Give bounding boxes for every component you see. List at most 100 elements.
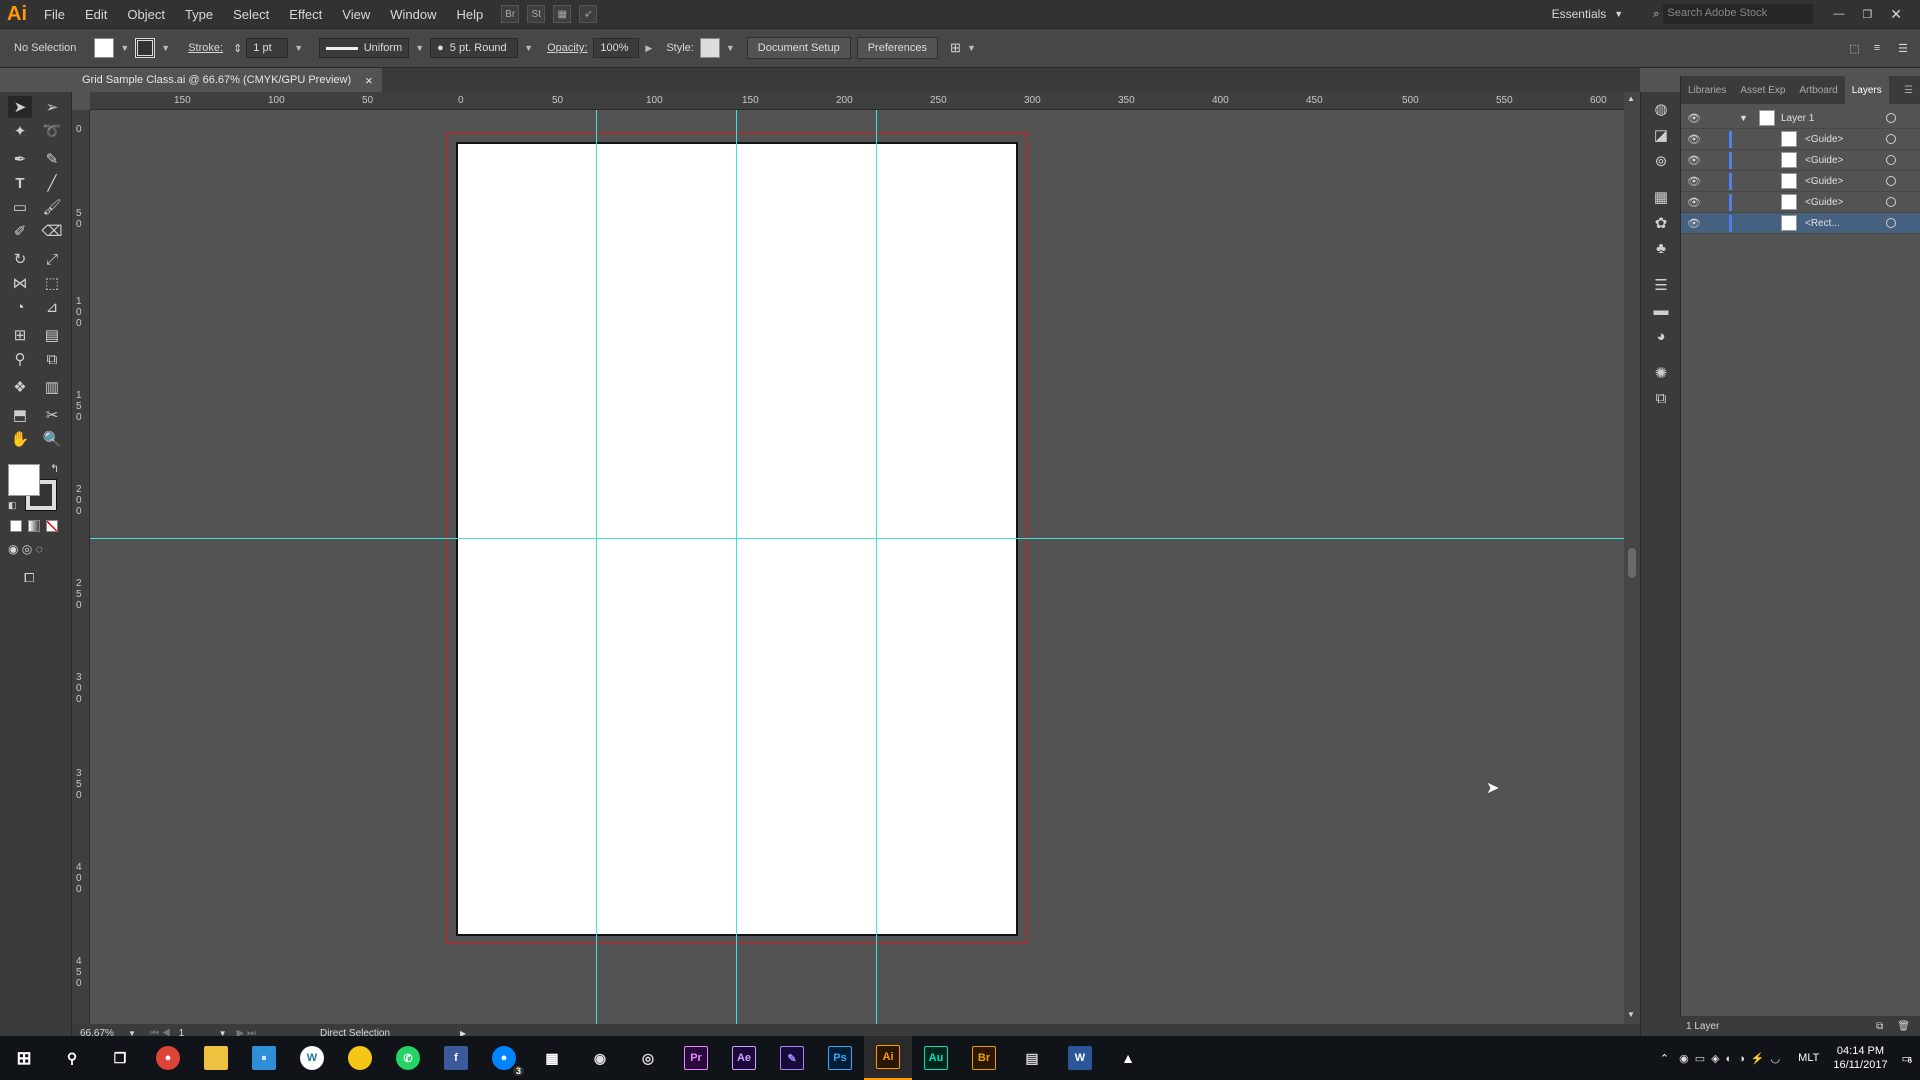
scale-tool-icon[interactable]: ⤢: [40, 248, 64, 270]
app-icon[interactable]: ◉: [576, 1036, 624, 1080]
stroke-label[interactable]: Stroke:: [188, 42, 223, 54]
scroll-up-icon[interactable]: ▲: [1627, 94, 1635, 103]
color-guide-icon[interactable]: ◍: [1651, 100, 1671, 118]
transparency-icon[interactable]: ◕: [1651, 328, 1671, 346]
guide-vertical[interactable]: [876, 110, 877, 1024]
stroke-panel-icon[interactable]: ☰: [1651, 276, 1671, 294]
gpu-rocket-icon[interactable]: ➶: [579, 5, 598, 23]
free-transform-tool-icon[interactable]: ⬚: [40, 272, 64, 294]
restore-button[interactable]: ❐: [1862, 8, 1872, 21]
appearance-icon[interactable]: ✺: [1651, 364, 1671, 382]
navigator-icon[interactable]: ⊚: [1651, 152, 1671, 170]
direct-selection-tool-icon[interactable]: ➢: [40, 96, 64, 118]
rectangle-tool-icon[interactable]: ▭: [8, 196, 32, 218]
task-view-icon[interactable]: ❐: [96, 1036, 144, 1080]
menu-select[interactable]: Select: [223, 7, 279, 22]
sublayer-row[interactable]: 👁 <Guide>: [1681, 129, 1920, 150]
chevron-down-icon[interactable]: ▼: [726, 43, 735, 53]
blend-tool-icon[interactable]: ⧉: [40, 348, 64, 370]
eyedropper-tool-icon[interactable]: ⚲: [8, 348, 32, 370]
photos-icon[interactable]: ▲: [1104, 1036, 1152, 1080]
delete-layer-icon[interactable]: 🗑: [1897, 1021, 1910, 1032]
gradient-panel-icon[interactable]: ▬: [1651, 302, 1671, 320]
brush-definition[interactable]: ● 5 pt. Round: [430, 38, 519, 58]
opacity-label[interactable]: Opacity:: [547, 42, 587, 54]
clock[interactable]: 04:14 PM 16/11/2017: [1833, 1044, 1887, 1072]
arrange-documents-icon[interactable]: ▦: [553, 5, 572, 23]
app-icon[interactable]: ▤: [1008, 1036, 1056, 1080]
visibility-eye-icon[interactable]: 👁: [1687, 217, 1701, 230]
opacity-input[interactable]: 100%: [593, 38, 640, 58]
visibility-eye-icon[interactable]: 👁: [1687, 175, 1701, 188]
tray-chevron-icon[interactable]: ⌃: [1660, 1052, 1669, 1065]
pen-tool-icon[interactable]: ✒: [8, 148, 32, 170]
sublayer-name[interactable]: <Guide>: [1805, 134, 1843, 145]
color-mode-icon[interactable]: [10, 520, 22, 532]
vertical-ruler[interactable]: 0 5 0 1 0 0 1 5 0 2 0 0 2 5 0 3 0 0 3 5 …: [72, 110, 90, 1024]
file-explorer-icon[interactable]: [192, 1036, 240, 1080]
chevron-down-icon[interactable]: ▼: [967, 43, 976, 53]
document-info-icon[interactable]: ◪: [1651, 126, 1671, 144]
shape-builder-tool-icon[interactable]: ◔: [8, 296, 32, 318]
chevron-down-icon[interactable]: ▼: [415, 43, 424, 53]
canvas[interactable]: ➤: [90, 110, 1624, 1024]
workspace-switcher[interactable]: Essentials: [1552, 7, 1607, 21]
visibility-eye-icon[interactable]: 👁: [1687, 133, 1701, 146]
hand-tool-icon[interactable]: ✋: [8, 428, 32, 450]
app-icon[interactable]: ◎: [624, 1036, 672, 1080]
tab-libraries[interactable]: Libraries: [1681, 85, 1733, 96]
chevron-right-icon[interactable]: ▶: [645, 43, 652, 54]
stroke-stepper-icon[interactable]: ⇕: [233, 42, 242, 55]
sublayer-row-selected[interactable]: 👁 <Rect...: [1681, 213, 1920, 234]
new-layer-icon[interactable]: ⧉: [1876, 1021, 1883, 1032]
audition-icon[interactable]: Au: [912, 1036, 960, 1080]
align-icon[interactable]: ⊞: [950, 40, 961, 56]
preferences-button[interactable]: Preferences: [856, 37, 939, 59]
chevron-down-icon[interactable]: ▼: [1614, 9, 1623, 19]
line-tool-icon[interactable]: ╱: [40, 172, 64, 194]
close-tab-icon[interactable]: ×: [365, 73, 373, 88]
fill-swatch[interactable]: [94, 38, 115, 58]
scroll-thumb[interactable]: [1628, 548, 1636, 578]
slice-tool-icon[interactable]: ✂: [40, 404, 64, 426]
vertical-scrollbar[interactable]: ▲ ▼: [1624, 92, 1640, 1024]
tab-artboards[interactable]: Artboard: [1792, 85, 1844, 96]
transform-icon[interactable]: ⬚: [1849, 42, 1859, 55]
document-setup-button[interactable]: Document Setup: [746, 37, 851, 59]
menu-file[interactable]: File: [34, 7, 75, 22]
tray-app-icons[interactable]: ◉▭◈◐◑⚡◡: [1679, 1052, 1786, 1065]
brushes-icon[interactable]: ✿: [1651, 214, 1671, 232]
default-colors-icon[interactable]: ◧: [8, 500, 17, 511]
menu-help[interactable]: Help: [446, 7, 493, 22]
sublayer-name[interactable]: <Rect...: [1805, 218, 1840, 229]
visibility-eye-icon[interactable]: 👁: [1687, 112, 1701, 125]
variable-width-profile[interactable]: Uniform: [319, 38, 410, 58]
fill-color-box[interactable]: [8, 464, 40, 496]
messenger-icon[interactable]: ● 3: [480, 1036, 528, 1080]
perspective-grid-tool-icon[interactable]: ⊿: [40, 296, 64, 318]
expand-chevron-icon[interactable]: ▼: [1739, 113, 1748, 123]
guide-vertical[interactable]: [596, 110, 597, 1024]
whatsapp-icon[interactable]: ✆: [384, 1036, 432, 1080]
none-mode-icon[interactable]: [46, 520, 58, 532]
stock-button[interactable]: St: [527, 5, 546, 23]
minimize-button[interactable]: —: [1833, 8, 1844, 20]
selection-tool-icon[interactable]: ➤: [8, 96, 32, 118]
magic-wand-tool-icon[interactable]: ✦: [8, 120, 32, 142]
sublayer-name[interactable]: <Guide>: [1805, 197, 1843, 208]
curvature-tool-icon[interactable]: ✎: [40, 148, 64, 170]
adobe-stock-search[interactable]: Search Adobe Stock: [1663, 4, 1814, 24]
club-icon[interactable]: ♣: [1651, 240, 1671, 258]
app-icon[interactable]: ✎: [768, 1036, 816, 1080]
arrange-icon[interactable]: ≡: [1874, 42, 1880, 54]
width-tool-icon[interactable]: ⋈: [8, 272, 32, 294]
target-circle-icon[interactable]: [1886, 218, 1896, 228]
draw-mode-icon[interactable]: ◉ ◎ ◌: [8, 542, 43, 556]
swap-colors-icon[interactable]: ↰: [50, 462, 59, 475]
after-effects-icon[interactable]: Ae: [720, 1036, 768, 1080]
menu-type[interactable]: Type: [175, 7, 223, 22]
menu-window[interactable]: Window: [380, 7, 446, 22]
target-circle-icon[interactable]: [1886, 134, 1896, 144]
gradient-tool-icon[interactable]: ▤: [40, 324, 64, 346]
illustrator-icon[interactable]: Ai: [864, 1036, 912, 1080]
